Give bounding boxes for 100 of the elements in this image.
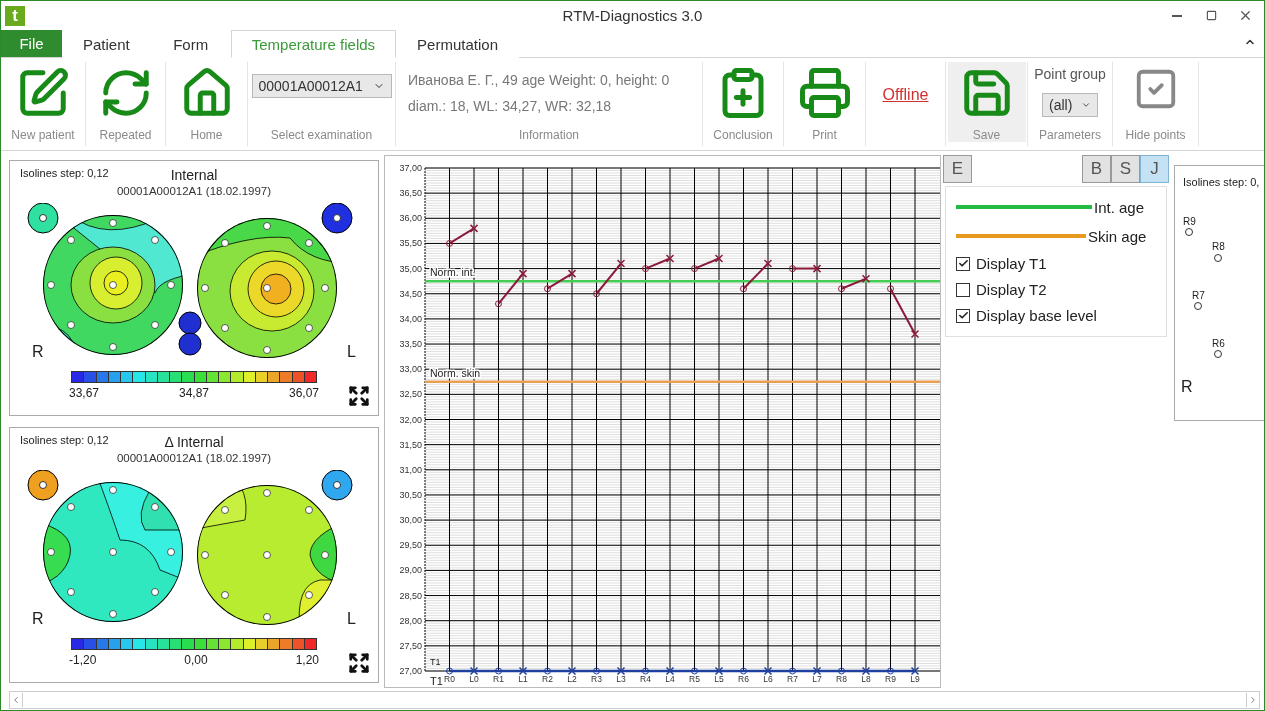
point-marker: [838, 285, 845, 293]
point-marker: [838, 667, 845, 675]
view-tab[interactable]: S: [1111, 155, 1140, 183]
printer-icon: [797, 66, 852, 120]
point-marker: [887, 285, 894, 293]
indicator-circle: [178, 311, 202, 335]
electrode-point: [321, 551, 329, 559]
y-tick-label: 32,50: [399, 389, 422, 400]
electrode-point: [67, 588, 75, 596]
x-tick-label: R4: [640, 674, 651, 684]
point-marker: [518, 666, 528, 676]
ribbon-tab[interactable]: Temperature fields: [230, 30, 397, 58]
electrode-point: [67, 503, 75, 511]
option-checkbox[interactable]: Display base level: [956, 305, 1156, 326]
electrode-point: [321, 284, 329, 292]
home-button[interactable]: Home: [167, 62, 246, 142]
map-subtitle: 00001A00012A1 (18.02.1997): [116, 452, 272, 464]
electrode-point: [109, 548, 117, 556]
point-marker: [861, 666, 871, 676]
chevron-down-icon: [1081, 100, 1091, 110]
view-tab[interactable]: B: [1082, 155, 1111, 183]
point-marker: [593, 290, 600, 298]
point-marker: [714, 254, 724, 263]
map-title: Δ Internal: [164, 434, 224, 450]
point-label: R8: [1212, 241, 1225, 252]
minimize-icon: [1172, 14, 1182, 17]
point-marker: [714, 666, 724, 676]
electrode-point: [151, 588, 159, 596]
y-tick-label: 27,50: [399, 640, 422, 651]
examination-select[interactable]: 00001A00012A1: [251, 74, 392, 98]
isolines-step: Isolines step: 0,12: [20, 434, 109, 446]
checkbox[interactable]: [956, 308, 970, 323]
view-tab[interactable]: E: [943, 155, 972, 183]
point-marker: [665, 666, 675, 676]
x-tick-label: L9: [910, 674, 920, 684]
refresh-button[interactable]: Repeated: [86, 62, 165, 142]
electrode-point: [305, 506, 313, 514]
window-title: RTM-Diagnostics 3.0: [562, 7, 703, 24]
scale-label: -1,20: [69, 653, 97, 667]
print-button[interactable]: Print: [785, 62, 864, 142]
electrode-point: [201, 284, 209, 292]
file-menu[interactable]: File: [1, 30, 62, 57]
y-tick-label: 27,00: [399, 666, 422, 676]
x-tick-label: R2: [542, 674, 553, 684]
point-marker: [861, 274, 871, 283]
point-group-select[interactable]: (all): [1042, 93, 1098, 117]
option-checkbox[interactable]: Display T2: [956, 279, 1156, 300]
electrode-point: [109, 219, 117, 227]
point-marker: [495, 667, 502, 675]
expand-icon[interactable]: [348, 652, 370, 674]
hide-points-button[interactable]: Hide points: [1116, 62, 1195, 142]
electrode-point: [221, 591, 229, 599]
point-label: R9: [1183, 216, 1196, 227]
conclusion-button[interactable]: Conclusion: [704, 62, 782, 142]
point-marker: [469, 224, 479, 233]
option-checkbox[interactable]: Display T1: [956, 253, 1156, 274]
maximize-icon: [1205, 10, 1217, 21]
x-tick-label: R9: [885, 674, 896, 684]
point-marker: [544, 667, 551, 675]
point-marker: [567, 666, 577, 676]
point-marker: [642, 667, 649, 675]
electrode-point: [263, 613, 271, 621]
electrode-point: [305, 591, 313, 599]
isolines-step: Isolines step: 0,12: [20, 167, 109, 179]
y-tick-label: 33,00: [399, 364, 422, 375]
checkbox[interactable]: [956, 256, 970, 271]
x-axis-label: T1: [430, 675, 443, 687]
electrode-point: [167, 281, 175, 289]
point-marker: [789, 667, 796, 675]
x-tick-label: L0: [469, 674, 479, 684]
expand-icon[interactable]: [348, 385, 370, 407]
checkbox[interactable]: [956, 282, 970, 297]
point-marker: [495, 300, 502, 308]
y-tick-label: 35,50: [399, 238, 422, 249]
y-tick-label: 31,00: [399, 464, 422, 475]
y-tick-label: 28,50: [399, 590, 422, 601]
edit-button[interactable]: New patient: [4, 62, 82, 142]
view-tab[interactable]: J: [1140, 155, 1169, 183]
x-tick-label: R0: [444, 674, 455, 684]
point-marker: [740, 285, 747, 293]
isolines-step: Isolines step: 0,: [1183, 176, 1260, 188]
scale-label: 33,67: [69, 386, 100, 400]
point-marker: [910, 666, 920, 676]
electrode-point: [221, 324, 229, 332]
save-button[interactable]: Save: [947, 62, 1026, 142]
x-tick-label: L7: [812, 674, 822, 684]
offline-link[interactable]: Offline: [882, 86, 929, 104]
point-marker: [691, 667, 698, 675]
electrode-point: [109, 610, 117, 618]
electrode-point: [305, 324, 313, 332]
y-tick-label: 29,50: [399, 540, 422, 551]
y-tick-label: 34,50: [399, 288, 422, 299]
point-marker: [812, 666, 822, 676]
point-marker: [616, 259, 626, 268]
point-marker: [616, 666, 626, 676]
legend-label: Int. age: [1094, 198, 1145, 216]
electrode-point: [47, 548, 55, 556]
electrode-point: [109, 486, 117, 494]
y-tick-label: 36,00: [399, 213, 422, 224]
electrode-point: [221, 506, 229, 514]
